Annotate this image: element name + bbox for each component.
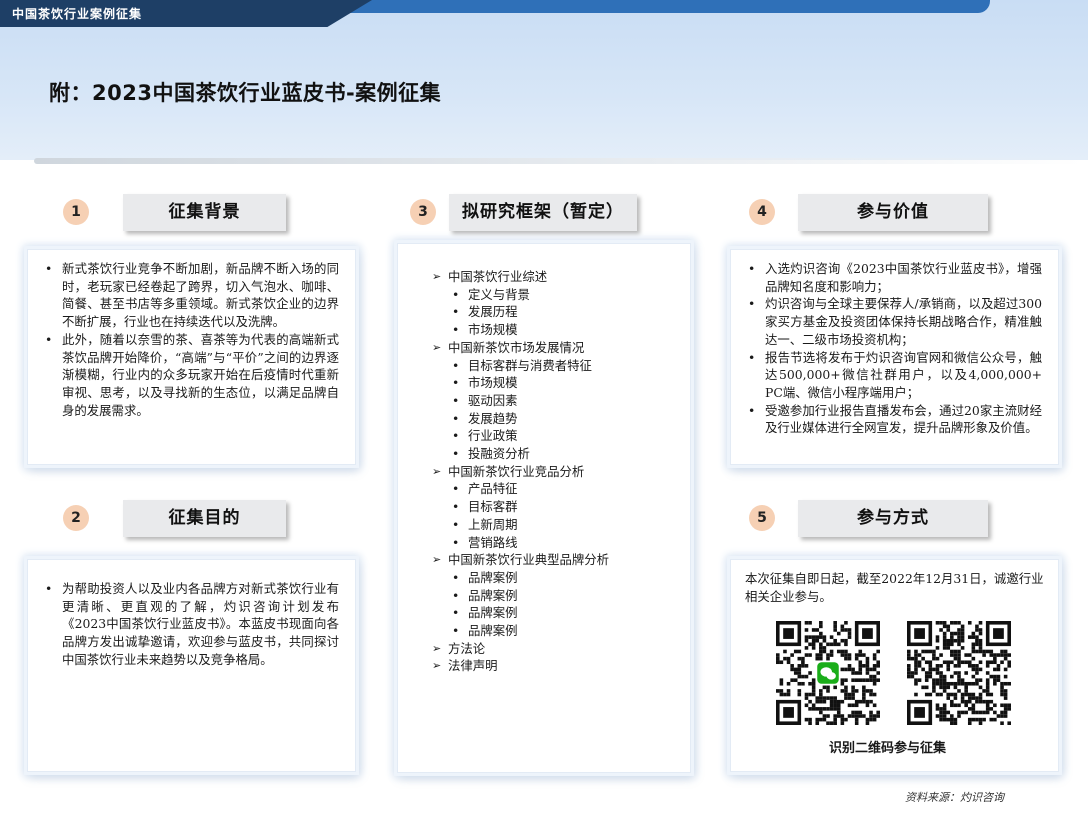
framework-subitem: 驱动因素	[432, 392, 690, 410]
section-title-background: 征集背景	[123, 194, 286, 231]
list-item: 此外，随着以奈雪的茶、喜茶等为代表的高端新式茶饮品牌开始降价，“高端”与“平价”…	[42, 331, 339, 420]
framework-list: 中国茶饮行业综述定义与背景发展历程市场规模中国新茶饮市场发展情况目标客群与消费者…	[432, 268, 690, 675]
framework-subitem: 市场规模	[432, 321, 690, 339]
section-title-method: 参与方式	[798, 500, 988, 537]
background-list: 新式茶饮行业竞争不断加剧，新品牌不断入场的同时，老玩家已经卷起了跨界，切入气泡水…	[42, 260, 339, 419]
framework-subitem: 品牌案例	[432, 604, 690, 622]
section-number-1: 1	[63, 199, 89, 225]
framework-subitem: 上新周期	[432, 516, 690, 534]
header-tab-text: 中国茶饮行业案例征集	[12, 7, 143, 21]
mini-program-qr-code-icon[interactable]	[907, 621, 1011, 725]
framework-subitem: 目标客群与消费者特征	[432, 357, 690, 375]
section-number-4: 4	[749, 199, 775, 225]
framework-chapter: 中国新茶饮行业典型品牌分析	[432, 551, 690, 569]
framework-subitem: 品牌案例	[432, 622, 690, 640]
framework-chapter: 中国新茶饮行业竞品分析	[432, 463, 690, 481]
wechat-qr-code-icon[interactable]	[776, 621, 880, 725]
method-card: 本次征集自即日起，截至2022年12月31日，诚邀行业相关企业参与。 识别二维码…	[730, 559, 1059, 772]
framework-subitem: 目标客群	[432, 498, 690, 516]
framework-subitem: 定义与背景	[432, 286, 690, 304]
list-item: 灼识咨询与全球主要保荐人/承销商，以及超过300家买方基金及投资团体保持长期战略…	[745, 295, 1042, 348]
qr-code-caption: 识别二维码参与征集	[829, 741, 947, 756]
header-accent-stripe	[330, 0, 990, 13]
framework-chapter: 法律声明	[432, 657, 690, 675]
purpose-list: 为帮助投资人以及业内各品牌方对新式茶饮行业有更清晰、更直观的了解，灼识咨询计划发…	[42, 580, 339, 669]
framework-subitem: 发展趋势	[432, 410, 690, 428]
section-number-5: 5	[749, 505, 775, 531]
section-title-purpose: 征集目的	[123, 500, 286, 537]
list-item: 新式茶饮行业竞争不断加剧，新品牌不断入场的同时，老玩家已经卷起了跨界，切入气泡水…	[42, 260, 339, 331]
header-divider	[34, 158, 1084, 164]
list-item: 受邀参加行业报告直播发布会，通过20家主流财经及行业媒体进行全网宣发，提升品牌形…	[745, 402, 1042, 437]
section-number-2: 2	[63, 505, 89, 531]
section-title-value: 参与价值	[798, 194, 988, 231]
source-note: 资料来源：灼识咨询	[905, 791, 1004, 804]
framework-subitem: 品牌案例	[432, 587, 690, 605]
method-text: 本次征集自即日起，截至2022年12月31日，诚邀行业相关企业参与。	[745, 571, 1044, 604]
purpose-card: 为帮助投资人以及业内各品牌方对新式茶饮行业有更清晰、更直观的了解，灼识咨询计划发…	[27, 559, 356, 772]
list-item: 入选灼识咨询《2023中国茶饮行业蓝皮书》，增强品牌知名度和影响力；	[745, 260, 1042, 295]
value-list: 入选灼识咨询《2023中国茶饮行业蓝皮书》，增强品牌知名度和影响力； 灼识咨询与…	[745, 260, 1042, 437]
framework-subitem: 品牌案例	[432, 569, 690, 587]
framework-card: 中国茶饮行业综述定义与背景发展历程市场规模中国新茶饮市场发展情况目标客群与消费者…	[397, 243, 691, 773]
list-item: 为帮助投资人以及业内各品牌方对新式茶饮行业有更清晰、更直观的了解，灼识咨询计划发…	[42, 580, 339, 669]
framework-subitem: 投融资分析	[432, 445, 690, 463]
framework-subitem: 营销路线	[432, 534, 690, 552]
framework-subitem: 产品特征	[432, 480, 690, 498]
framework-subitem: 市场规模	[432, 374, 690, 392]
section-title-framework: 拟研究框架（暂定）	[449, 194, 637, 231]
section-number-3: 3	[410, 199, 436, 225]
framework-subitem: 发展历程	[432, 303, 690, 321]
list-item: 报告节选将发布于灼识咨询官网和微信公众号，触达500,000+微信社群用户，以及…	[745, 349, 1042, 402]
framework-chapter: 中国茶饮行业综述	[432, 268, 690, 286]
framework-chapter: 方法论	[432, 640, 690, 658]
framework-subitem: 行业政策	[432, 427, 690, 445]
value-card: 入选灼识咨询《2023中国茶饮行业蓝皮书》，增强品牌知名度和影响力； 灼识咨询与…	[730, 249, 1059, 465]
framework-chapter: 中国新茶饮市场发展情况	[432, 339, 690, 357]
page-title: 附：2023中国茶饮行业蓝皮书-案例征集	[49, 81, 442, 105]
background-card: 新式茶饮行业竞争不断加剧，新品牌不断入场的同时，老玩家已经卷起了跨界，切入气泡水…	[27, 249, 356, 465]
